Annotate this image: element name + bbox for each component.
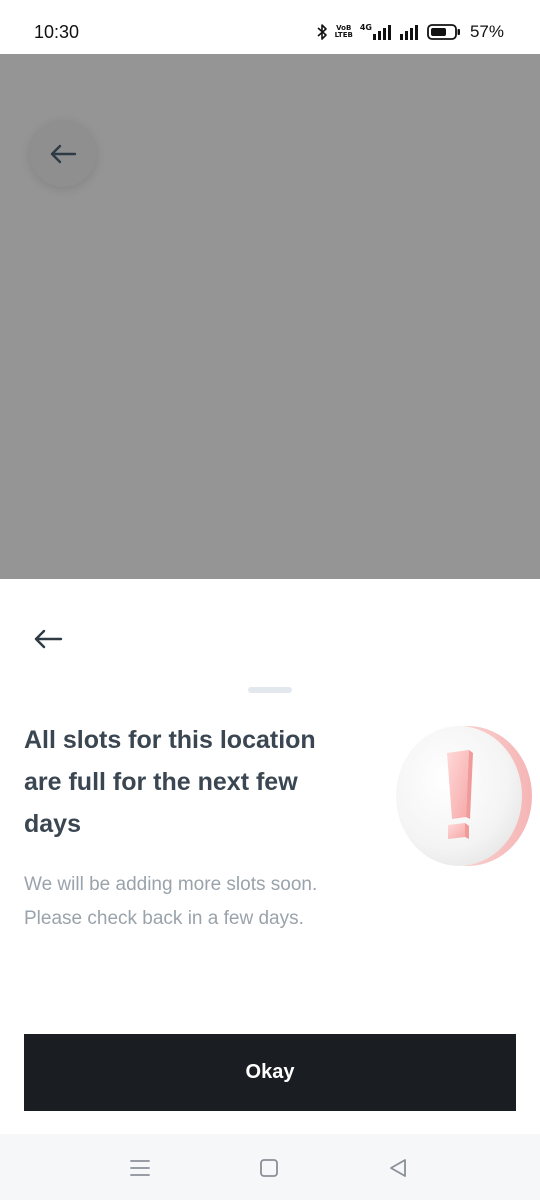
exclamation-alert-icon — [396, 726, 532, 866]
bottom-sheet: All slots for this location are full for… — [0, 579, 540, 1134]
battery-icon — [427, 24, 460, 40]
battery-percentage: 57% — [469, 22, 504, 41]
nav-home-button[interactable] — [255, 1154, 283, 1182]
nav-menu-button[interactable] — [126, 1154, 154, 1182]
okay-button[interactable]: Okay — [24, 1034, 516, 1111]
status-icons: VoB LTEB 4G 57% — [316, 18, 504, 46]
volte-bottom: LTEB — [334, 31, 353, 39]
back-triangle-icon — [390, 1159, 406, 1177]
signal-4g-icon: 4G — [360, 24, 393, 40]
network-label: 4G — [359, 23, 372, 32]
sheet-back-button[interactable] — [28, 623, 68, 655]
menu-icon — [130, 1160, 150, 1176]
sheet-subtitle: We will be adding more slots soon. Pleas… — [24, 874, 318, 929]
arrow-left-icon — [34, 629, 63, 649]
volte-icon: VoB LTEB — [335, 25, 353, 39]
status-bar: 10:30 VoB LTEB 4G 57% — [0, 0, 540, 54]
status-time: 10:30 — [34, 22, 80, 42]
signal-icon — [399, 25, 418, 40]
arrow-left-icon — [50, 144, 77, 164]
dimmed-background-overlay[interactable] — [0, 54, 540, 579]
sheet-title: All slots for this location are full for… — [24, 726, 316, 838]
nav-back-button[interactable] — [384, 1154, 412, 1182]
bluetooth-icon — [317, 24, 327, 40]
drag-handle[interactable] — [248, 687, 292, 693]
home-icon — [260, 1159, 278, 1177]
overlay-back-button[interactable] — [30, 121, 96, 187]
navigation-bar — [0, 1134, 540, 1200]
